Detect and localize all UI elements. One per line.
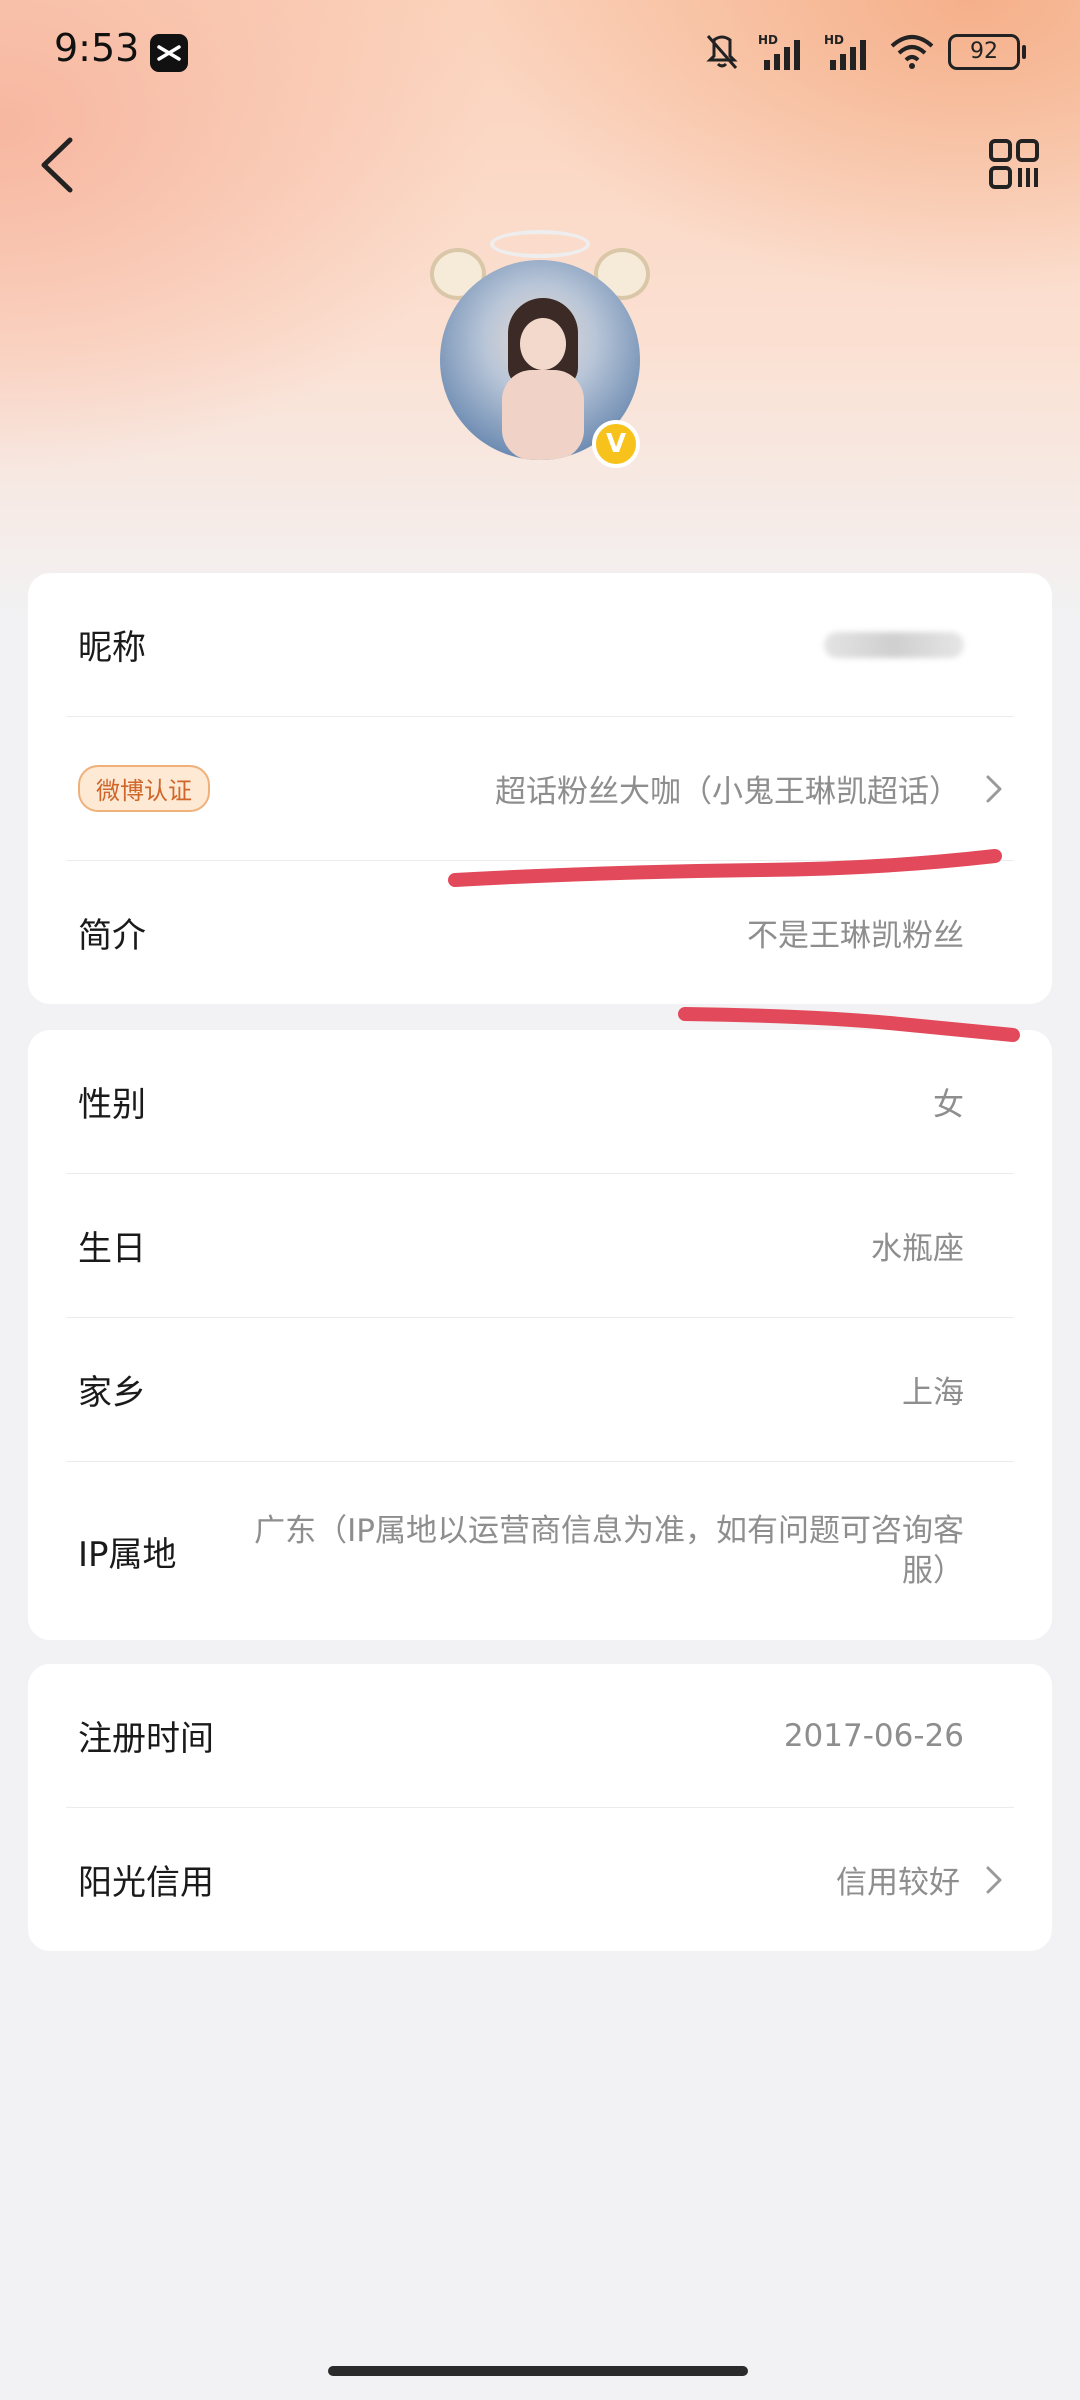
- hometown-row[interactable]: 家乡 上海: [66, 1318, 1014, 1462]
- hometown-label: 家乡: [78, 1373, 146, 1413]
- register-time-value: 2017-06-26: [783, 1717, 964, 1754]
- sunshine-credit-label: 阳光信用: [78, 1863, 214, 1903]
- sunshine-credit-value: 信用较好: [836, 1865, 960, 1901]
- profile-card-personal: 性别 女 生日 水瓶座 家乡 上海 IP属地 广东（IP属地以运营商信息为准，如…: [28, 1030, 1052, 1640]
- ip-location-label: IP属地: [78, 1534, 177, 1575]
- hometown-value: 上海: [902, 1375, 964, 1411]
- red-underline-annotation: [448, 849, 1002, 887]
- ip-location-row: IP属地 广东（IP属地以运营商信息为准，如有问题可咨询客服）: [66, 1462, 1014, 1640]
- ip-location-value: 广东（IP属地以运营商信息为准，如有问题可咨询客服）: [254, 1512, 964, 1589]
- chevron-right-icon: [986, 1866, 1002, 1893]
- home-indicator[interactable]: [328, 2366, 748, 2376]
- red-underline-annotation: [678, 1007, 1020, 1042]
- gender-value: 女: [933, 1087, 964, 1123]
- annotation-layer: [448, 849, 1020, 1042]
- profile-card-account: 注册时间 2017-06-26 阳光信用 信用较好: [28, 1664, 1052, 1951]
- birthday-value: 水瓶座: [871, 1231, 964, 1267]
- register-time-label: 注册时间: [78, 1719, 214, 1759]
- birthday-label: 生日: [78, 1229, 146, 1269]
- gender-label: 性别: [78, 1085, 146, 1125]
- sunshine-credit-row[interactable]: 阳光信用 信用较好: [66, 1808, 1014, 1951]
- birthday-row[interactable]: 生日 水瓶座: [66, 1174, 1014, 1318]
- register-time-row: 注册时间 2017-06-26: [66, 1664, 1014, 1808]
